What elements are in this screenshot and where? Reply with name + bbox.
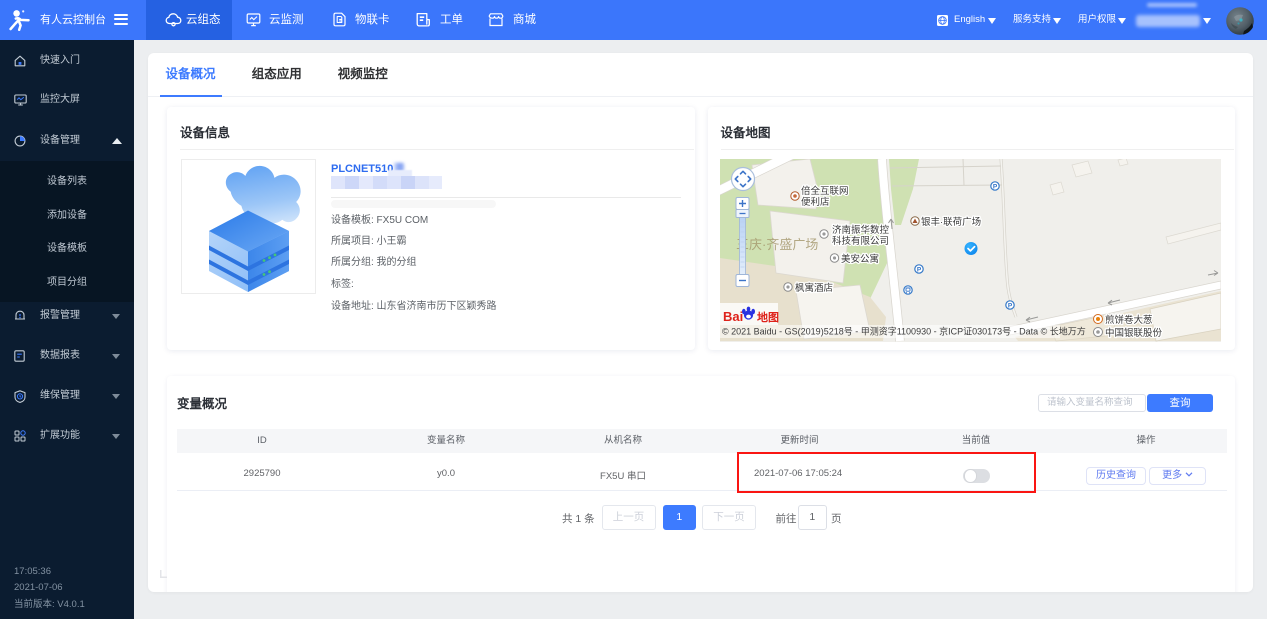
svg-text:P: P <box>917 266 922 273</box>
svg-text:P: P <box>993 183 998 190</box>
svg-text:© 2021 Baidu - GS(2019)5218号 -: © 2021 Baidu - GS(2019)5218号 - 甲测资字11009… <box>722 326 1086 337</box>
svg-text:科技有限公司: 科技有限公司 <box>832 235 889 247</box>
svg-text:中国银联股份: 中国银联股份 <box>1105 327 1163 339</box>
svg-text:倍全互联网: 倍全互联网 <box>801 185 849 197</box>
svg-text:济南振华数控: 济南振华数控 <box>832 224 890 236</box>
svg-text:地图: 地图 <box>757 310 779 324</box>
svg-text:美安公寓: 美安公寓 <box>841 253 879 265</box>
svg-text:煎饼卷大葱: 煎饼卷大葱 <box>1105 314 1153 326</box>
svg-text:三庆·齐盛广场: 三庆·齐盛广场 <box>736 237 818 252</box>
svg-text:P: P <box>1008 302 1013 309</box>
svg-text:Bai: Bai <box>723 309 743 324</box>
svg-text:银丰·联荷广场: 银丰·联荷广场 <box>921 216 981 228</box>
svg-text:枫寓酒店: 枫寓酒店 <box>795 282 833 294</box>
svg-text:便利店: 便利店 <box>801 196 830 208</box>
